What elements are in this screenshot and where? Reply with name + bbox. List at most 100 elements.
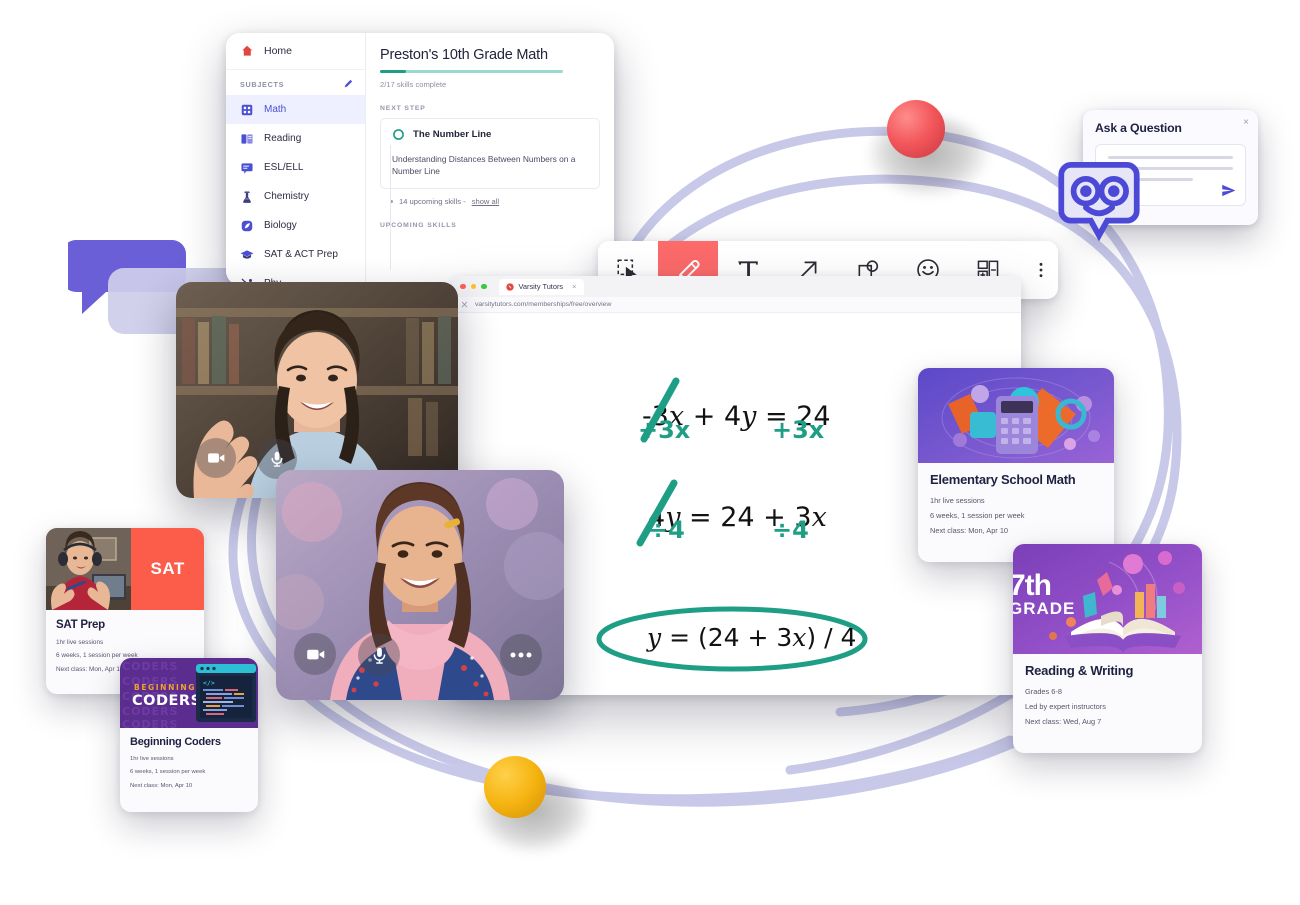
- browser-url-text: varsitytutors.com/memberships/free/overv…: [475, 301, 612, 308]
- owl-mascot-icon: [1058, 162, 1140, 242]
- close-icon[interactable]: ×: [1243, 118, 1249, 128]
- sidebar-item-sat-act-prep[interactable]: SAT & ACT Prep: [226, 240, 365, 269]
- ans-var1: y: [647, 623, 662, 652]
- sidebar-subjects-header: SUBJECTS: [226, 70, 365, 95]
- grid-icon: [241, 104, 253, 115]
- tutor-video-tile[interactable]: [176, 282, 458, 498]
- card-meta: Grades 6-8 Led by expert instructors Nex…: [1025, 686, 1190, 728]
- card-title: SAT Prep: [56, 619, 105, 631]
- sat-badge: SAT: [131, 528, 204, 610]
- card-meta-3: Next class: Wed, Aug 7: [1025, 716, 1102, 726]
- show-all-link[interactable]: show all: [472, 197, 499, 206]
- more-menu-button[interactable]: [1018, 241, 1058, 299]
- edit-pencil-icon[interactable]: [343, 79, 353, 89]
- card-art-open-book: 7th GRADE: [1013, 544, 1202, 654]
- sidebar-item-chemistry[interactable]: Chemistry: [226, 182, 365, 211]
- flask-icon: [243, 191, 251, 203]
- skills-complete-text: 2/17 skills complete: [380, 79, 447, 89]
- sidebar-item-label: Biology: [264, 220, 297, 231]
- learning-app-main: Preston's 10th Grade Math 2/17 skills co…: [366, 33, 614, 285]
- ans-tail: ) / 4: [806, 623, 857, 652]
- grade-badge: 7th GRADE: [1013, 571, 1076, 618]
- student-mic-button[interactable]: [358, 634, 400, 676]
- placeholder-line: [1108, 156, 1233, 159]
- calculator-3d-art: [918, 368, 1114, 463]
- sidebar-item-esl-ell[interactable]: ESL/ELL: [226, 153, 365, 182]
- close-x-icon[interactable]: [461, 301, 468, 308]
- annotation-div-4-left: ÷4: [648, 516, 685, 544]
- sidebar-item-math[interactable]: Math: [226, 95, 365, 124]
- upcoming-skills-row: 14 upcoming skills - show all: [380, 197, 600, 206]
- sidebar-subject-list: Math Reading ESL/ELL Chemistry Biology SAT & …: [226, 95, 365, 285]
- student-camera-button[interactable]: [294, 633, 336, 675]
- code-editor-art: CODERS CODERS CODERS CODERS CODERS BEGIN…: [120, 658, 258, 728]
- book-icon: [241, 133, 253, 144]
- card-art-calculator: [918, 368, 1114, 463]
- card-meta-3: Next class: Mon, Apr 10: [130, 782, 193, 789]
- student-photo-art: [46, 528, 132, 610]
- course-card-elementary-school-math[interactable]: Elementary School Math 1hr live sessions…: [918, 368, 1114, 562]
- next-step-label: NEXT STEP: [380, 104, 426, 112]
- upcoming-skills-label: UPCOMING SKILLS: [380, 221, 457, 229]
- card-meta-1: 1hr live sessions: [130, 756, 174, 763]
- next-step-title: The Number Line: [413, 128, 492, 140]
- home-icon: [242, 45, 253, 56]
- browser-chrome: Varsity Tutors ×: [452, 276, 1021, 297]
- window-maximize-dot[interactable]: [481, 283, 487, 290]
- varsity-tutors-favicon: [505, 282, 514, 291]
- hero-composition: Home SUBJECTS Math Reading ESL/ELL Chemistr…: [0, 0, 1300, 905]
- card-meta: 1hr live sessions 6 weeks, 1 session per…: [130, 755, 248, 791]
- card-meta-2: 6 weeks, 1 session per week: [130, 768, 206, 775]
- card-meta-3: Next class: Mon, Apr 10: [930, 525, 1009, 535]
- sat-badge-label: SAT: [150, 559, 185, 578]
- coders-badge-line-2: CODERS: [132, 693, 202, 709]
- ans-var2: x: [792, 623, 807, 652]
- browser-url-bar[interactable]: varsitytutors.com/memberships/free/overv…: [452, 297, 1021, 313]
- page-title: Preston's 10th Grade Math: [380, 47, 548, 63]
- red-sphere: [887, 100, 945, 158]
- tutor-camera-button[interactable]: [196, 438, 236, 478]
- sidebar-home-label: Home: [264, 45, 293, 57]
- skills-progress-bar: [380, 70, 563, 73]
- card-title: Reading & Writing: [1025, 663, 1134, 678]
- card-body: Elementary School Math 1hr live sessions…: [918, 463, 1114, 549]
- annotation-add-3x-right: +3x: [772, 416, 825, 444]
- sidebar-subjects-label: SUBJECTS: [240, 79, 285, 89]
- sidebar-item-label: Chemistry: [264, 191, 310, 202]
- send-icon[interactable]: [1221, 183, 1236, 198]
- card-meta-1: 1hr live sessions: [930, 495, 985, 505]
- more-options-icon: [510, 652, 532, 658]
- leaf-icon: [241, 220, 253, 231]
- sidebar-item-biology[interactable]: Biology: [226, 211, 365, 240]
- camera-icon: [306, 649, 324, 659]
- learning-app-window[interactable]: Home SUBJECTS Math Reading ESL/ELL Chemistr…: [226, 33, 614, 285]
- window-close-dot[interactable]: [460, 283, 466, 290]
- progress-ring-icon: [393, 128, 404, 140]
- sidebar-item-label: SAT & ACT Prep: [264, 249, 338, 260]
- student-more-button[interactable]: [500, 634, 542, 676]
- tab-close-icon[interactable]: ×: [572, 282, 576, 291]
- card-meta-2: 6 weeks, 1 session per week: [930, 510, 1025, 520]
- sidebar-item-reading[interactable]: Reading: [226, 124, 365, 153]
- browser-tab[interactable]: Varsity Tutors ×: [498, 278, 584, 295]
- card-meta-1: Grades 6-8: [1025, 686, 1062, 696]
- student-video-tile[interactable]: [276, 470, 564, 700]
- card-body: Reading & Writing Grades 6-8 Led by expe…: [1013, 654, 1202, 740]
- annotation-add-3x-left: +3x: [638, 416, 691, 444]
- window-minimize-dot[interactable]: [470, 283, 476, 290]
- camera-icon: [208, 453, 225, 463]
- eq2-var2: x: [811, 502, 827, 533]
- grade-badge-line-2: GRADE: [1013, 598, 1076, 618]
- sidebar-item-home[interactable]: Home: [226, 33, 365, 70]
- chat-icon: [241, 162, 253, 174]
- ask-widget-title: Ask a Question: [1095, 121, 1182, 135]
- course-card-reading-and-writing[interactable]: 7th GRADE Reading & Writing Grades 6-8 L…: [1013, 544, 1202, 753]
- next-step-card[interactable]: The Number Line Understanding Distances …: [380, 117, 600, 189]
- upcoming-count-text: 14 upcoming skills -: [399, 196, 466, 206]
- card-meta-1: 1hr live sessions: [56, 639, 104, 647]
- sidebar-item-label: ESL/ELL: [264, 162, 304, 173]
- learning-app-sidebar: Home SUBJECTS Math Reading ESL/ELL Chemistr…: [226, 33, 366, 285]
- course-card-beginning-coders[interactable]: CODERS CODERS CODERS CODERS CODERS BEGIN…: [120, 658, 258, 812]
- card-art-coders: CODERS CODERS CODERS CODERS CODERS BEGIN…: [120, 658, 258, 728]
- coders-badge-line-1: BEGINNING: [134, 683, 196, 692]
